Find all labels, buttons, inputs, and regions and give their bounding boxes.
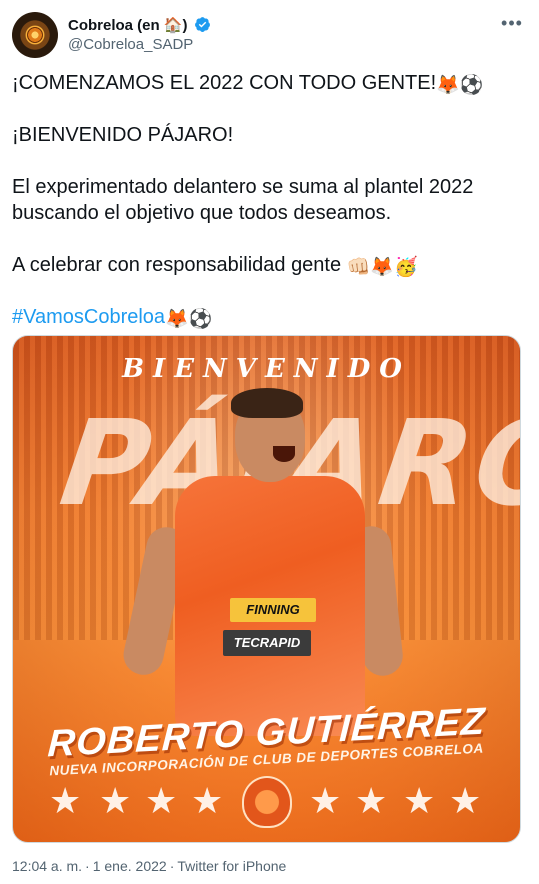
tweet-date[interactable]: 1 ene. 2022 [93, 858, 167, 874]
avatar[interactable] [12, 12, 58, 58]
separator: · [85, 858, 90, 874]
fox-soccer-emoji: 🦊⚽ [436, 75, 484, 96]
star-icon: ★ [191, 780, 224, 821]
tweet-text: ¡COMENZAMOS EL 2022 CON TODO GENTE!🦊⚽ ¡B… [12, 70, 524, 330]
club-crest-icon [242, 776, 292, 828]
separator: · [169, 858, 175, 874]
tweet-line-1-text: ¡COMENZAMOS EL 2022 CON TODO GENTE! [12, 72, 437, 94]
star-icon: ★ [355, 780, 388, 821]
display-name-text[interactable]: Cobreloa (en 🏠) [68, 17, 188, 34]
tweet-line-2: ¡BIENVENIDO PÁJARO! [12, 124, 234, 146]
sponsor-finning: FINNING [230, 598, 316, 622]
hashtag-link[interactable]: #VamosCobreloa [12, 306, 165, 328]
star-icon: ★ [403, 780, 436, 821]
fist-fox-party-emoji: 👊🏻🦊🥳 [346, 257, 418, 278]
handle[interactable]: @Cobreloa_SADP [68, 36, 193, 53]
star-icon: ★ [145, 780, 178, 821]
avatar-logo-icon [27, 27, 43, 43]
star-icon: ★ [309, 780, 342, 821]
player-figure: FINNING TECRAPID [119, 376, 405, 736]
display-name[interactable]: Cobreloa (en 🏠) [68, 16, 211, 34]
tweet-line-4-text: A celebrar con responsabilidad gente [12, 254, 342, 276]
tweet-line-5: #VamosCobreloa🦊⚽ [12, 304, 524, 330]
star-icon: ★ [49, 780, 82, 821]
tweet-header: Cobreloa (en 🏠) @Cobreloa_SADP ••• [12, 12, 527, 60]
star-icon: ★ [449, 780, 482, 821]
tweet-footer: 12:04 a. m. · 1 ene. 2022 · Twitter for iPho… [12, 858, 286, 874]
tweet-line-1: ¡COMENZAMOS EL 2022 CON TODO GENTE!🦊⚽ [12, 70, 524, 96]
tweet-line-3: El experimentado delantero se suma al pl… [12, 176, 474, 224]
tweet-line-4: A celebrar con responsabilidad gente 👊🏻🦊… [12, 252, 524, 278]
player-hair [231, 388, 303, 418]
tweet-time[interactable]: 12:04 a. m. [12, 858, 82, 874]
star-icon: ★ [99, 780, 132, 821]
sponsor-tecrapid: TECRAPID [223, 630, 311, 656]
more-options-icon[interactable]: ••• [497, 14, 527, 36]
fox-soccer-emoji-2: 🦊⚽ [165, 309, 213, 330]
tweet-image[interactable]: BIENVENIDO PÁJARO FINNING TECRAPID ROBER… [12, 335, 521, 843]
player-mouth [273, 446, 295, 462]
tweet-source[interactable]: Twitter for iPhone [177, 858, 286, 874]
verified-badge-icon [194, 17, 210, 32]
